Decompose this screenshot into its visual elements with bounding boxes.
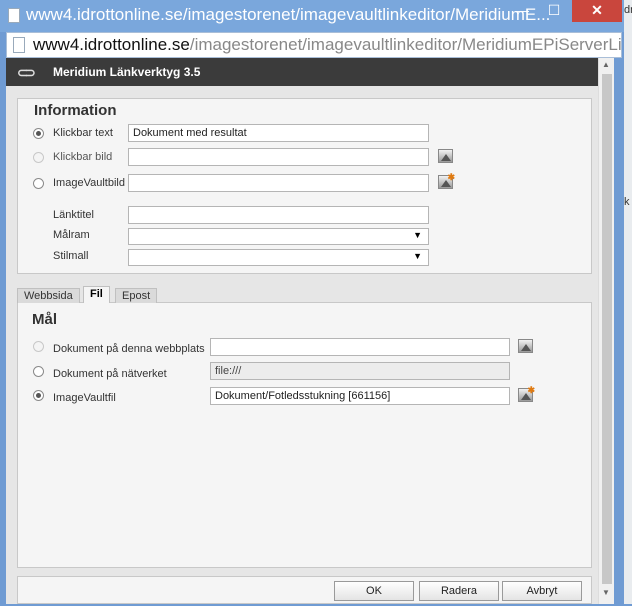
network-document-input[interactable]: file:/// xyxy=(210,362,510,380)
address-host: www4.idrottonline.se xyxy=(33,35,190,54)
dialog-content: ⊂⊃ Meridium Länkverktyg 3.5 Information … xyxy=(6,58,614,604)
link-title-label: Länktitel xyxy=(53,209,94,221)
background-text: k xyxy=(624,196,630,208)
target-frame-label: Målram xyxy=(53,229,90,241)
address-url: www4.idrottonline.se/imagestorenet/image… xyxy=(33,35,621,55)
vertical-scrollbar[interactable]: ▲ ▼ xyxy=(598,58,614,604)
minimize-button[interactable]: — xyxy=(508,0,536,22)
target-section: Mål Dokument på denna webbplats Dokument… xyxy=(17,303,592,568)
style-select[interactable]: ▼ xyxy=(128,249,429,266)
imagevault-image-label: ImageVaultbild xyxy=(53,177,125,189)
clickable-image-input[interactable] xyxy=(128,148,429,166)
dialog-title: Meridium Länkverktyg 3.5 xyxy=(53,65,201,79)
chevron-down-icon: ▼ xyxy=(413,251,422,261)
target-frame-select[interactable]: ▼ xyxy=(128,228,429,245)
background-text: dr xyxy=(624,4,632,16)
chain-link-icon: ⊂⊃ xyxy=(17,65,36,80)
link-title-input[interactable] xyxy=(128,206,429,224)
website-document-label: Dokument på denna webbplats xyxy=(53,343,205,355)
target-title: Mål xyxy=(32,311,58,328)
scroll-thumb[interactable] xyxy=(602,74,612,584)
window-title: www4.idrottonline.se/imagestorenet/image… xyxy=(26,5,551,24)
browser-popup-window: www4.idrottonline.se/imagestorenet/image… xyxy=(0,0,632,606)
tab-bar: Webbsida Fil Epost xyxy=(17,285,592,304)
imagevault-image-radio[interactable] xyxy=(33,178,44,189)
clickable-image-radio[interactable] xyxy=(33,152,44,163)
title-bar[interactable]: www4.idrottonline.se/imagestorenet/image… xyxy=(0,0,632,32)
network-document-radio[interactable] xyxy=(33,366,44,377)
chevron-down-icon: ▼ xyxy=(413,230,422,240)
maximize-button[interactable]: ☐ xyxy=(538,0,570,22)
address-path: /imagestorenet/imagevaultlinkeditor/Meri… xyxy=(189,35,621,54)
tab-webbsida[interactable]: Webbsida xyxy=(17,288,80,304)
clickable-text-label: Klickbar text xyxy=(53,127,113,139)
clickable-text-radio[interactable] xyxy=(33,128,44,139)
imagevault-image-input[interactable] xyxy=(128,174,429,192)
network-document-label: Dokument på nätverket xyxy=(53,368,167,380)
button-bar: OK Radera Avbryt xyxy=(17,576,592,604)
clickable-text-input[interactable]: Dokument med resultat xyxy=(128,124,429,142)
image-picker-icon[interactable] xyxy=(438,149,453,163)
scroll-up-icon[interactable]: ▲ xyxy=(602,60,610,69)
page-icon xyxy=(13,37,25,53)
ok-button[interactable]: OK xyxy=(334,581,414,601)
scroll-down-icon[interactable]: ▼ xyxy=(602,588,610,597)
imagevault-picker-icon[interactable]: ✱ xyxy=(518,385,535,402)
clickable-image-label: Klickbar bild xyxy=(53,151,113,163)
style-label: Stilmall xyxy=(53,250,89,262)
cancel-button[interactable]: Avbryt xyxy=(502,581,582,601)
background-window-strip: dr k xyxy=(624,0,632,606)
website-document-radio[interactable] xyxy=(33,341,44,352)
tab-epost[interactable]: Epost xyxy=(115,288,158,304)
page-icon xyxy=(8,8,20,23)
information-section: Information Klickbar text Dokument med r… xyxy=(17,98,592,274)
dialog-body: Information Klickbar text Dokument med r… xyxy=(6,86,598,604)
imagevault-file-input[interactable]: Dokument/Fotledsstukning [661156] xyxy=(210,387,510,405)
image-picker-icon[interactable] xyxy=(518,339,533,353)
close-button[interactable]: ✕ xyxy=(572,0,622,22)
dialog-header: ⊂⊃ Meridium Länkverktyg 3.5 xyxy=(6,58,598,86)
imagevault-file-radio[interactable] xyxy=(33,390,44,401)
imagevault-picker-icon[interactable]: ✱ xyxy=(438,172,455,189)
imagevault-file-label: ImageVaultfil xyxy=(53,392,116,404)
delete-button[interactable]: Radera xyxy=(419,581,499,601)
tab-fil[interactable]: Fil xyxy=(83,286,110,304)
website-document-input[interactable] xyxy=(210,338,510,356)
address-bar[interactable]: www4.idrottonline.se/imagestorenet/image… xyxy=(6,32,622,58)
information-title: Information xyxy=(34,102,117,119)
